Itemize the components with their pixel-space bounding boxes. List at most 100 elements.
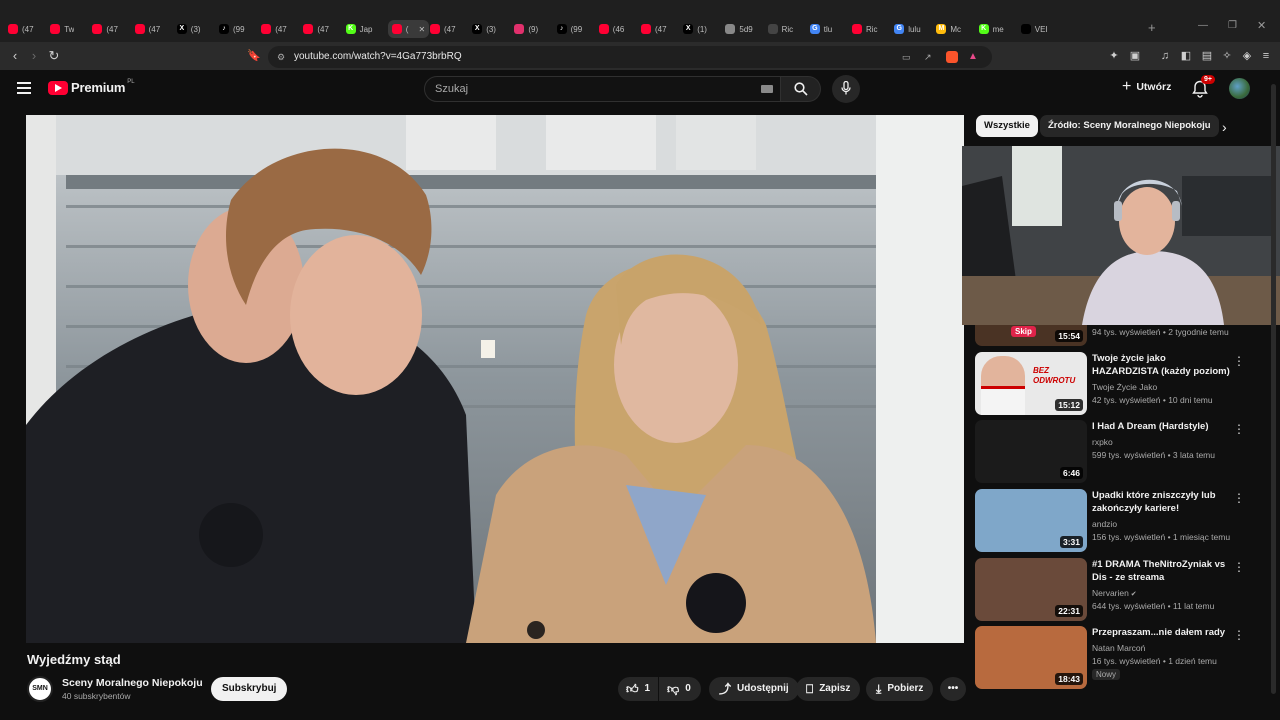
browser-tab[interactable]: X (1) bbox=[683, 20, 707, 38]
chip-source[interactable]: Źródło: Sceny Moralnego Niepokoju bbox=[1040, 115, 1219, 137]
video-card-title[interactable]: #1 DRAMA TheNitroZyniak vs Dis - ze stre… bbox=[1092, 558, 1232, 584]
channel-name[interactable]: Sceny Moralnego Niepokoju bbox=[62, 677, 203, 689]
browser-tab[interactable]: M Mc bbox=[936, 20, 961, 38]
browser-tab[interactable]: Glulu bbox=[894, 20, 921, 38]
keyboard-icon[interactable] bbox=[761, 85, 773, 93]
video-card-channel[interactable]: andzio bbox=[1092, 519, 1117, 529]
browser-tab[interactable]: (47 bbox=[430, 20, 456, 38]
browser-tab[interactable]: (✕ bbox=[387, 20, 430, 38]
recommendation-card[interactable]: 18:43 Przepraszam...nie dałem rady ⋮ Natan … bbox=[975, 626, 1275, 690]
save-button[interactable]: ⎕ Zapisz bbox=[796, 677, 861, 701]
more-actions-button[interactable]: ••• bbox=[940, 677, 966, 701]
browser-tab[interactable]: Tw bbox=[50, 20, 74, 38]
browser-tab[interactable]: VEI bbox=[1020, 20, 1048, 38]
browser-tab[interactable]: (9) bbox=[514, 20, 538, 38]
browser-tab[interactable]: K Jap bbox=[345, 20, 373, 38]
brave-rewards-icon[interactable]: ▲ bbox=[968, 46, 978, 68]
browser-tab[interactable]: 5d9 bbox=[725, 20, 753, 38]
more-vertical-icon[interactable]: ⋮ bbox=[1233, 491, 1245, 505]
scrollbar[interactable] bbox=[1271, 84, 1276, 694]
video-card-title[interactable]: Upadki które zniszczyły lub zakończyły k… bbox=[1092, 489, 1232, 515]
logo-country: PL bbox=[127, 78, 135, 85]
browser-tab[interactable]: (47 bbox=[303, 20, 329, 38]
browser-tab[interactable]: (47 bbox=[134, 20, 160, 38]
subscribe-button[interactable]: Subskrybuj bbox=[211, 677, 288, 701]
browser-tab[interactable]: Gtlu bbox=[809, 20, 832, 38]
more-vertical-icon[interactable]: ⋮ bbox=[1233, 422, 1245, 436]
browser-tab[interactable]: Ric bbox=[767, 20, 793, 38]
video-thumbnail[interactable]: 3:31 bbox=[975, 489, 1087, 552]
address-input[interactable]: ⚙ youtube.com/watch?v=4Ga773brbRQ ▭ ↗ ▲ bbox=[268, 46, 992, 68]
more-vertical-icon[interactable]: ⋮ bbox=[1233, 628, 1245, 642]
search-input[interactable]: Szukaj bbox=[424, 76, 781, 102]
video-card-channel[interactable]: Natan Marcoń bbox=[1092, 643, 1145, 653]
video-thumbnail[interactable]: 18:43 bbox=[975, 626, 1087, 689]
voice-search-button[interactable] bbox=[832, 75, 860, 103]
hamburger-menu-icon[interactable] bbox=[17, 82, 31, 94]
browser-tab[interactable]: ♪ (99 bbox=[556, 20, 582, 38]
video-card-channel[interactable]: Nervarien ✔ bbox=[1092, 588, 1137, 598]
site-settings-icon[interactable]: ⚙ bbox=[277, 46, 285, 68]
chip-all[interactable]: Wszystkie bbox=[976, 115, 1038, 137]
dislike-button[interactable]: 👎︎ 0 bbox=[659, 677, 701, 701]
browser-tab[interactable]: (47 bbox=[92, 20, 118, 38]
browser-tab[interactable]: (47 bbox=[261, 20, 287, 38]
close-window-button[interactable]: ✕ bbox=[1257, 19, 1266, 32]
vpn-icon[interactable]: ◈ bbox=[1240, 49, 1254, 63]
youtube-premium-logo[interactable]: Premium PL bbox=[48, 78, 135, 95]
search-button[interactable] bbox=[781, 76, 821, 102]
video-thumbnail[interactable]: 6:46 bbox=[975, 420, 1087, 483]
like-button[interactable]: 👍︎ 1 bbox=[618, 677, 658, 701]
video-card-channel[interactable]: Twoje Życie Jako bbox=[1092, 382, 1157, 392]
account-avatar[interactable] bbox=[1229, 78, 1250, 99]
recommendation-card[interactable]: 6:46 I Had A Dream (Hardstyle) ⋮ rxpko 599 t… bbox=[975, 420, 1275, 484]
recommendation-card[interactable]: 22:31 #1 DRAMA TheNitroZyniak vs Dis - ze… bbox=[975, 558, 1275, 622]
video-thumbnail[interactable]: BEZ ODWROTU 15:12 bbox=[975, 352, 1087, 415]
download-button[interactable]: ⤓ Pobierz bbox=[866, 677, 934, 701]
cast-icon[interactable]: ▭ bbox=[902, 46, 911, 68]
browser-tab[interactable]: X (3) bbox=[472, 20, 496, 38]
back-icon[interactable]: ‹ bbox=[7, 48, 23, 64]
menu-icon[interactable]: ≡ bbox=[1259, 49, 1273, 63]
share-icon: ⤴ bbox=[719, 682, 732, 696]
video-thumbnail[interactable]: 22:31 bbox=[975, 558, 1087, 621]
notifications-button[interactable]: 9+ bbox=[1192, 75, 1215, 100]
media-icon[interactable]: ♫ bbox=[1158, 49, 1172, 63]
browser-tab[interactable]: (47 bbox=[641, 20, 667, 38]
video-card-title[interactable]: Twoje życie jako HAZARDZISTA (każdy pozi… bbox=[1092, 352, 1232, 378]
new-tab-button[interactable]: + bbox=[1148, 20, 1156, 35]
video-card-title[interactable]: Przepraszam...nie dałem rady bbox=[1092, 626, 1232, 639]
more-vertical-icon[interactable]: ⋮ bbox=[1233, 560, 1245, 574]
share-page-icon[interactable]: ↗ bbox=[924, 46, 932, 68]
wallet-icon[interactable]: ▤ bbox=[1200, 49, 1214, 63]
bookmark-icon[interactable]: 🔖 bbox=[246, 48, 262, 64]
sidebar-icon[interactable]: ◧ bbox=[1179, 49, 1193, 63]
browser-tab[interactable]: (47 bbox=[8, 20, 34, 38]
video-player[interactable] bbox=[26, 115, 964, 643]
browser-tab[interactable]: X (3) bbox=[176, 20, 201, 38]
browser-tab[interactable]: (46 bbox=[598, 20, 624, 38]
maximize-button[interactable]: ❐ bbox=[1228, 20, 1237, 31]
close-tab-icon[interactable]: ✕ bbox=[418, 25, 425, 34]
leo-ai-icon[interactable]: ✧ bbox=[1220, 49, 1234, 63]
share-button[interactable]: ⤴ Udostępnij bbox=[709, 677, 799, 701]
extensions-icon[interactable]: ✦ bbox=[1107, 49, 1121, 63]
verified-icon: ✔ bbox=[1128, 591, 1137, 598]
recommendation-card[interactable]: BEZ ODWROTU 15:12 Twoje życie jako HAZARDZ… bbox=[975, 352, 1275, 416]
create-button[interactable]: + Utwórz bbox=[1122, 79, 1171, 95]
video-card-title[interactable]: I Had A Dream (Hardstyle) bbox=[1092, 420, 1232, 433]
reload-icon[interactable]: ↻ bbox=[46, 48, 62, 64]
more-vertical-icon[interactable]: ⋮ bbox=[1233, 354, 1245, 368]
browser-tab[interactable]: ♪ (99 bbox=[219, 20, 245, 38]
brave-shield-icon[interactable] bbox=[946, 51, 958, 63]
browser-tab[interactable]: Kme bbox=[978, 20, 1004, 38]
forward-icon[interactable]: › bbox=[26, 48, 42, 64]
tab-favicon-icon bbox=[8, 24, 18, 34]
recommendation-card[interactable]: 3:31 Upadki które zniszczyły lub zakończy… bbox=[975, 489, 1275, 553]
tab-search-icon[interactable]: ▣ bbox=[1128, 49, 1142, 63]
minimize-button[interactable]: — bbox=[1198, 20, 1208, 31]
browser-tab[interactable]: Ric bbox=[852, 20, 878, 38]
video-card-channel[interactable]: rxpko bbox=[1092, 437, 1113, 447]
channel-avatar[interactable]: SMN bbox=[27, 676, 53, 702]
chips-next-icon[interactable]: › bbox=[1222, 119, 1227, 135]
